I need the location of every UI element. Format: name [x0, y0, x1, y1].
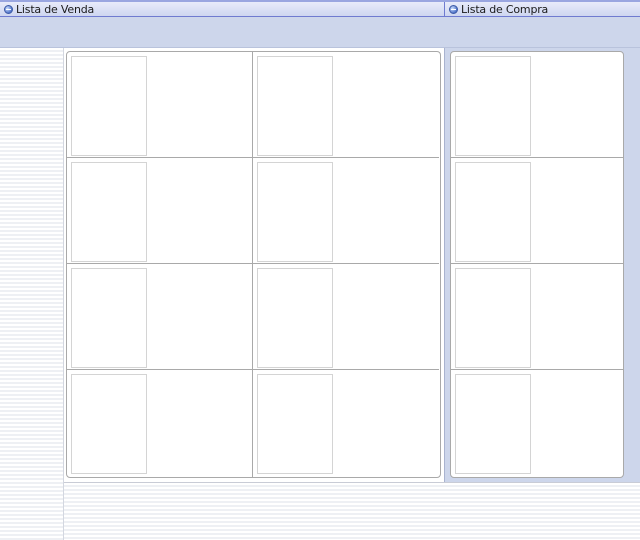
item-thumbnail — [257, 268, 333, 368]
tab-buy-label: Lista de Compra — [461, 3, 549, 16]
toolbar-band — [0, 17, 640, 48]
item-thumbnail — [71, 374, 147, 474]
buy-list-panel — [450, 51, 624, 478]
sell-slot[interactable] — [67, 158, 253, 264]
sell-slot[interactable] — [253, 158, 439, 264]
item-thumbnail — [455, 56, 531, 156]
item-thumbnail — [71, 268, 147, 368]
item-thumbnail — [257, 162, 333, 262]
buy-slot[interactable] — [451, 370, 623, 477]
item-thumbnail — [455, 162, 531, 262]
tab-buy-list[interactable]: Lista de Compra — [444, 2, 640, 17]
sell-slot[interactable] — [67, 370, 253, 477]
sell-list-panel — [66, 51, 441, 478]
sell-slot[interactable] — [253, 264, 439, 370]
sell-slot[interactable] — [253, 370, 439, 477]
item-thumbnail — [455, 374, 531, 474]
globe-icon — [4, 5, 13, 14]
tab-bar: Lista de Venda Lista de Compra — [0, 0, 640, 17]
trade-window: Lista de Venda Lista de Compra — [0, 0, 640, 540]
tab-sell-list[interactable]: Lista de Venda — [0, 2, 444, 17]
item-thumbnail — [257, 374, 333, 474]
buy-slot[interactable] — [451, 158, 623, 264]
tab-sell-label: Lista de Venda — [16, 3, 95, 16]
item-thumbnail — [71, 56, 147, 156]
sell-slot[interactable] — [253, 52, 439, 158]
item-thumbnail — [455, 268, 531, 368]
left-sidebar — [0, 48, 64, 540]
bottom-panel — [64, 482, 640, 540]
item-thumbnail — [257, 56, 333, 156]
buy-slot[interactable] — [451, 264, 623, 370]
sell-slot[interactable] — [67, 52, 253, 158]
item-thumbnail — [71, 162, 147, 262]
globe-icon — [449, 5, 458, 14]
buy-slot[interactable] — [451, 52, 623, 158]
sell-slot[interactable] — [67, 264, 253, 370]
